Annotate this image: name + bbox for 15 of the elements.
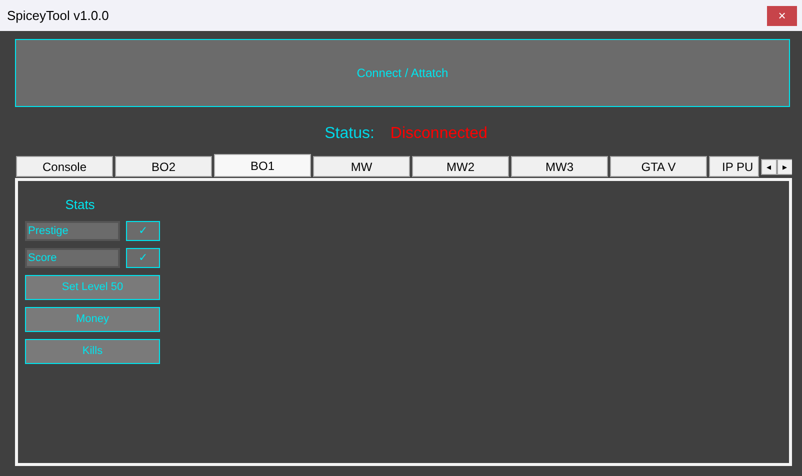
tab[interactable]: Console: [16, 156, 113, 177]
section-heading: Stats: [65, 197, 95, 212]
tab[interactable]: GTA V: [610, 156, 707, 177]
tab[interactable]: IP PU: [709, 156, 759, 177]
status-value: Disconnected: [390, 124, 488, 144]
scroll-button[interactable]: ◂: [761, 159, 777, 175]
tab[interactable]: BO2: [115, 156, 212, 177]
window-title: SpiceyTool v1.0.0: [7, 6, 109, 25]
tab[interactable]: BO1: [214, 154, 311, 177]
scroll-button[interactable]: ▸: [777, 159, 792, 175]
status-label: Status:: [324, 124, 374, 144]
tab[interactable]: MW3: [511, 156, 608, 177]
close-button[interactable]: ×: [767, 6, 797, 26]
tab[interactable]: MW2: [412, 156, 509, 177]
tab[interactable]: MW: [313, 156, 410, 177]
